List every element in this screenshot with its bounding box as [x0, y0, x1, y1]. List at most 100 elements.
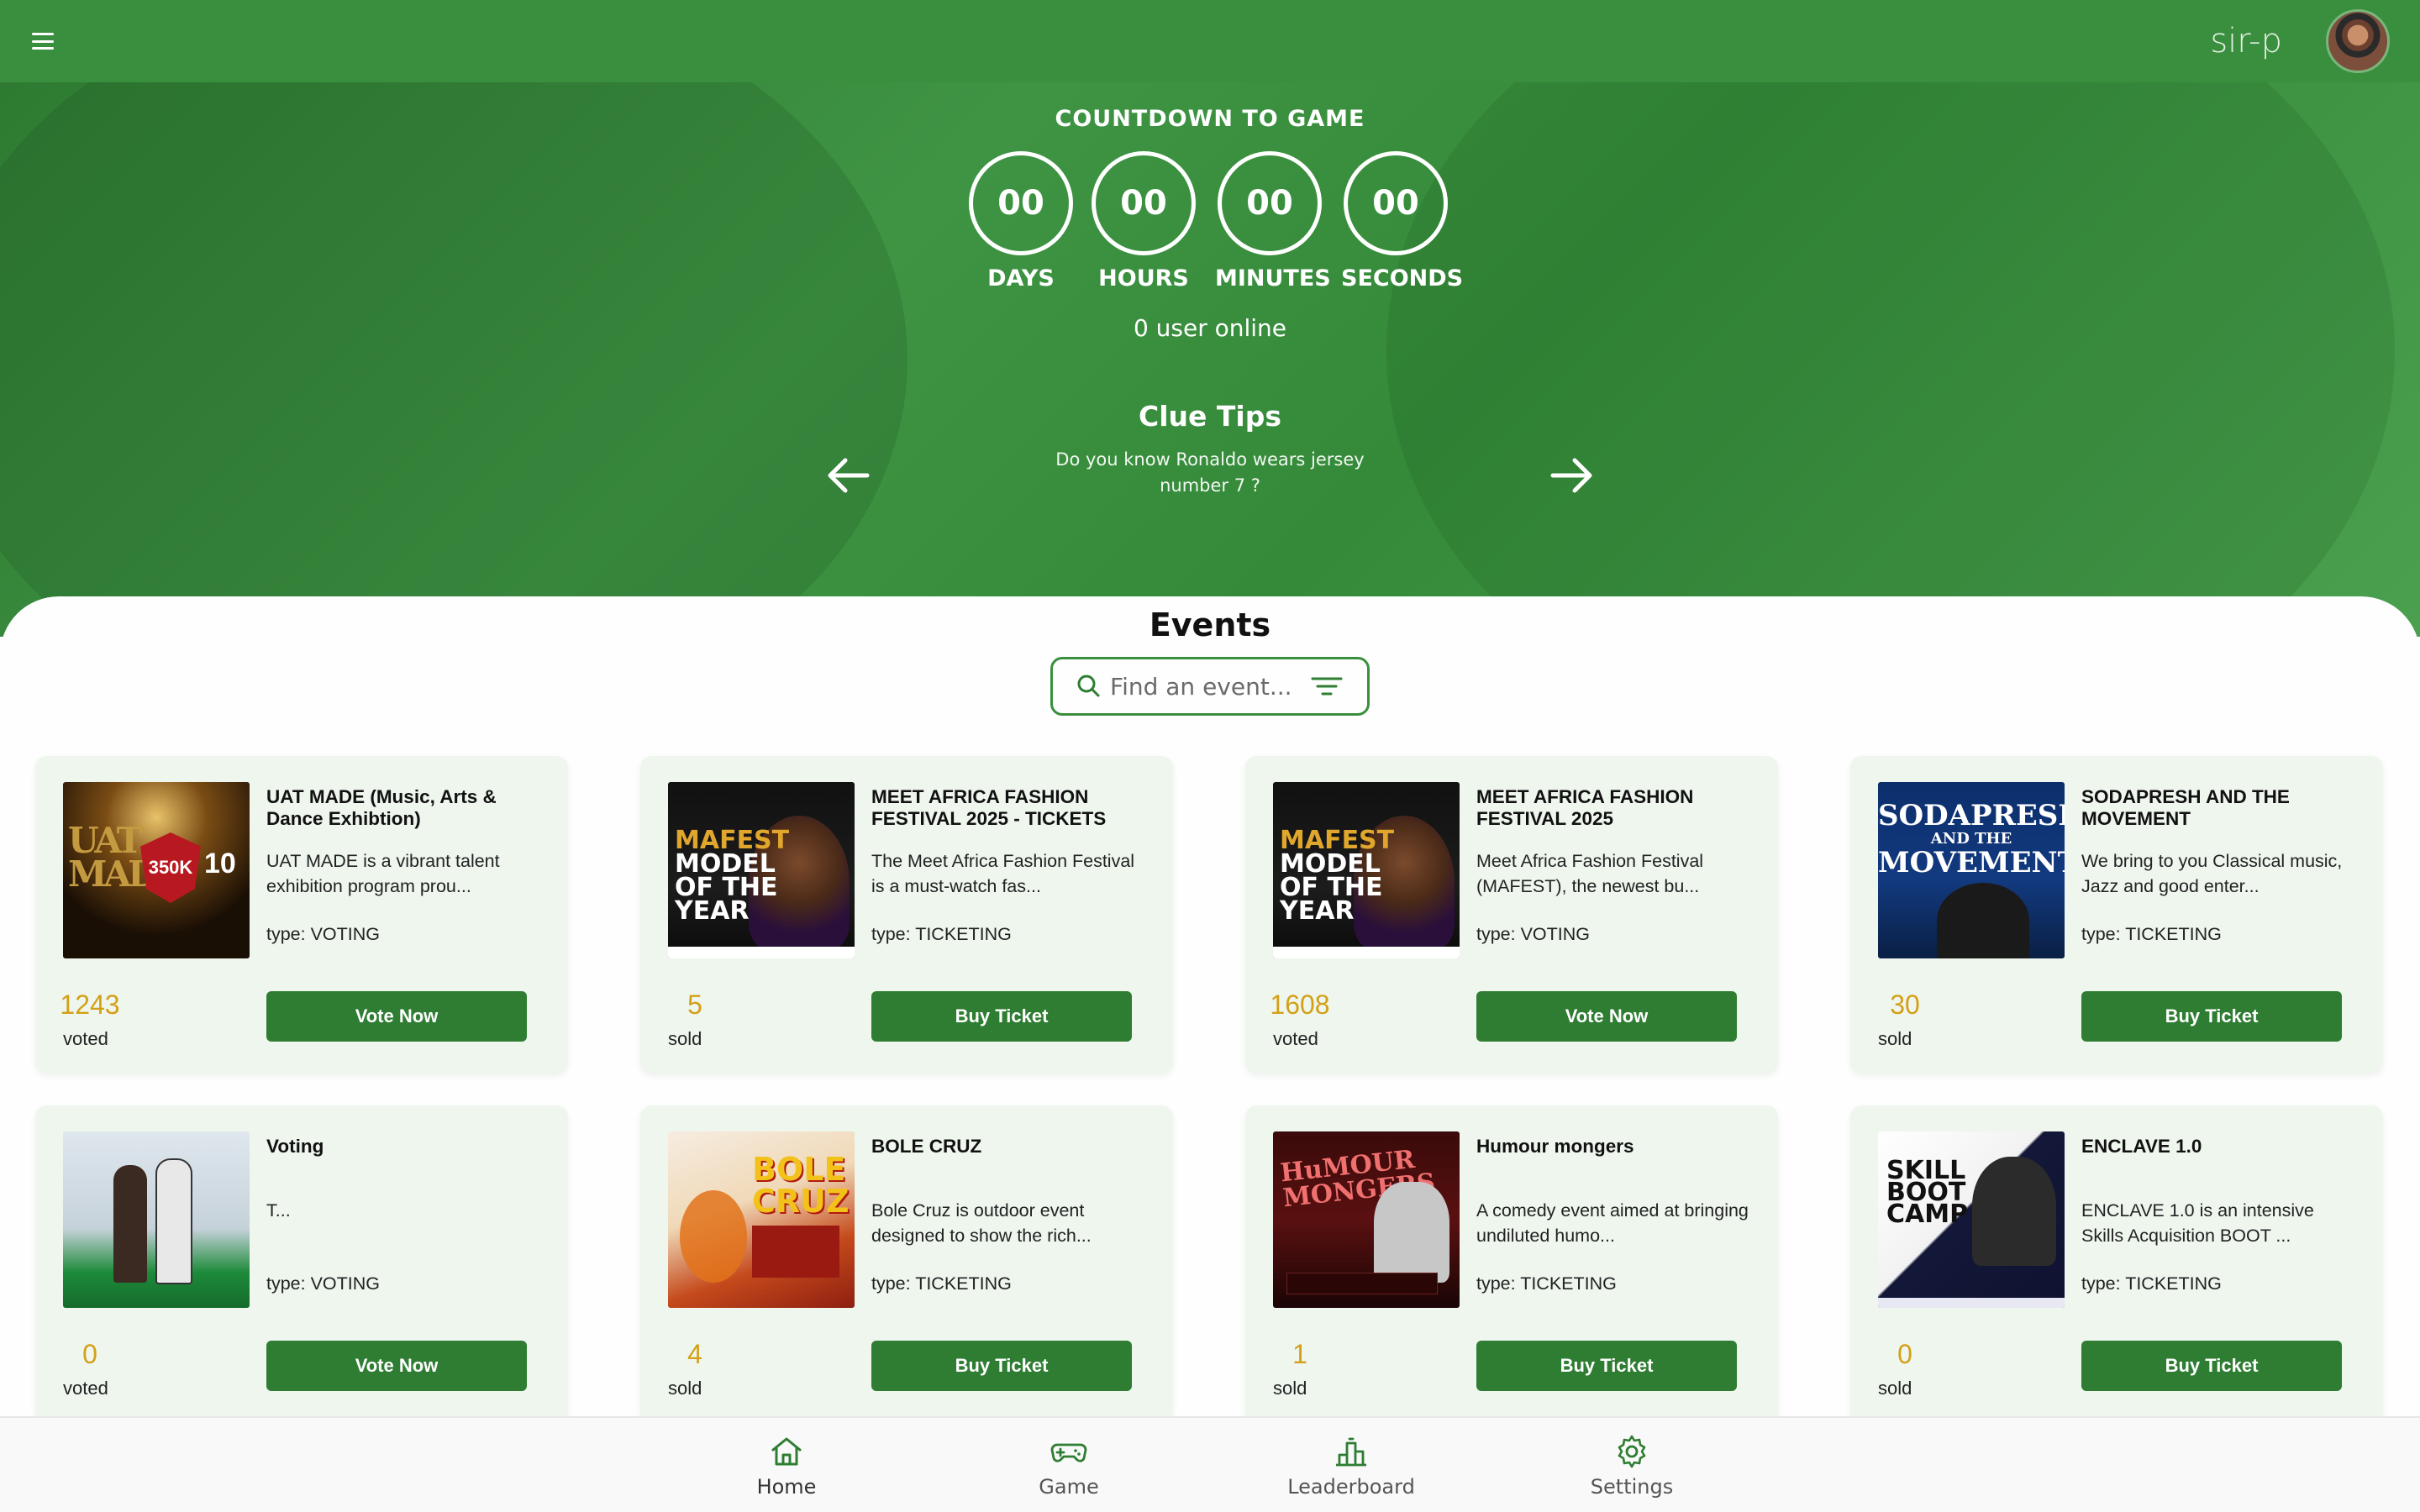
- person-figure: [155, 1158, 192, 1284]
- event-title: SODAPRESH AND THE MOVEMENT: [2081, 786, 2290, 829]
- buy-ticket-button[interactable]: Buy Ticket: [2081, 991, 2342, 1042]
- countdown-minutes-label: MINUTES: [1215, 265, 1331, 291]
- uat-logo-letters: UAT MADE: [68, 820, 182, 895]
- hamburger-menu-icon[interactable]: [32, 33, 54, 50]
- top-bar: sir-p: [0, 0, 2420, 82]
- nav-game[interactable]: Game: [985, 1433, 1153, 1499]
- event-description: The Meet Africa Fashion Festival is a mu…: [871, 851, 1135, 896]
- nav-settings-label: Settings: [1590, 1475, 1674, 1499]
- event-card[interactable]: MAFEST MODEL OF THE YEAR MEET AFRICA FAS…: [1245, 756, 1778, 1074]
- event-count: 0: [82, 1339, 97, 1369]
- event-description: ENCLAVE 1.0 is an intensive Skills Acqui…: [2081, 1200, 2314, 1246]
- username: sir-p: [2210, 22, 2282, 60]
- settings-icon: [1618, 1435, 1646, 1468]
- event-count: 4: [687, 1339, 702, 1369]
- event-description: UAT MADE is a vibrant talent exhibition …: [266, 851, 500, 896]
- countdown-days: 00 DAYS: [966, 151, 1076, 291]
- event-card[interactable]: Voting T... type: VOTING 0 voted Vote No…: [35, 1105, 568, 1423]
- countdown-units: 00 DAYS 00 HOURS 00 MINUTES 00 SECONDS: [966, 151, 1464, 302]
- event-card[interactable]: MAFEST MODEL OF THE YEAR MEET AFRICA FAS…: [640, 756, 1173, 1074]
- countdown-hours: 00 HOURS: [1089, 151, 1198, 291]
- comedian-figure: [1374, 1182, 1449, 1283]
- mafest-title-lines: MAFEST MODEL OF THE YEAR: [1280, 826, 1395, 926]
- event-image-uat-made: UAT MADE 350K 10: [63, 782, 250, 958]
- event-title: UAT MADE (Music, Arts & Dance Exhibtion): [266, 786, 497, 829]
- event-count: 1243: [60, 990, 120, 1020]
- countdown-hours-value: 00: [1092, 151, 1196, 255]
- event-count-label: voted: [1273, 1028, 1318, 1049]
- buy-ticket-button[interactable]: Buy Ticket: [871, 991, 1132, 1042]
- event-description: A comedy event aimed at bringing undilut…: [1476, 1200, 1749, 1246]
- sodapresh-title-lines: SODAPRESH AND THE MOVEMENT: [1878, 799, 2065, 879]
- event-count: 1608: [1270, 990, 1330, 1020]
- home-icon: [771, 1437, 802, 1466]
- event-type: type: TICKETING: [2081, 1273, 2222, 1294]
- event-description: Meet Africa Fashion Festival (MAFEST), t…: [1476, 851, 1704, 896]
- event-count-label: voted: [63, 1378, 108, 1399]
- buy-ticket-button[interactable]: Buy Ticket: [2081, 1341, 2342, 1391]
- nav-leaderboard[interactable]: Leaderboard: [1267, 1433, 1435, 1499]
- event-count-label: sold: [668, 1378, 702, 1399]
- event-count-label: sold: [668, 1028, 702, 1049]
- event-title: MEET AFRICA FASHION FESTIVAL 2025 - TICK…: [871, 786, 1107, 829]
- event-type: type: TICKETING: [871, 924, 1012, 944]
- search-icon: [1077, 675, 1100, 697]
- buy-ticket-button[interactable]: Buy Ticket: [1476, 1341, 1737, 1391]
- clue-tips-text: Do you know Ronaldo wears jersey number …: [1055, 449, 1365, 496]
- event-card[interactable]: SKILL BOOT CAMP ENCLAVE 1.0 ENCLAVE 1.0 …: [1850, 1105, 2383, 1423]
- sponsor-strip: [1273, 947, 1460, 958]
- enclave-title-lines: SKILL BOOT CAMP: [1886, 1156, 1969, 1229]
- event-count: 1: [1292, 1339, 1307, 1369]
- event-card[interactable]: UAT MADE 350K 10 UAT MADE (Music, Arts &…: [35, 756, 568, 1074]
- nav-leaderboard-label: Leaderboard: [1287, 1475, 1415, 1499]
- event-count-label: sold: [1878, 1378, 1912, 1399]
- bottom-navigation: Home Game Leaderboard Settings: [0, 1416, 2420, 1512]
- vote-now-button[interactable]: Vote Now: [1476, 991, 1737, 1042]
- event-title: MEET AFRICA FASHION FESTIVAL 2025: [1476, 786, 1694, 829]
- filter-icon[interactable]: [1310, 674, 1344, 699]
- event-card[interactable]: HuMOUR MONGERS Humour mongers A comedy e…: [1245, 1105, 1778, 1423]
- events-section: Events UAT MADE 350K 10 UAT MADE (Music,…: [0, 596, 2420, 1512]
- event-title: Humour mongers: [1476, 1136, 1634, 1157]
- next-tip-arrow-icon[interactable]: [1546, 452, 1597, 499]
- event-title: BOLE CRUZ: [871, 1136, 982, 1157]
- avatar[interactable]: [2326, 9, 2390, 73]
- countdown-title: COUNTDOWN TO GAME: [1055, 106, 1365, 132]
- user-area: sir-p: [2210, 9, 2390, 73]
- countdown-seconds-value: 00: [1344, 151, 1448, 255]
- event-type: type: TICKETING: [1476, 1273, 1617, 1294]
- countdown-hours-label: HOURS: [1098, 265, 1189, 291]
- buy-ticket-button[interactable]: Buy Ticket: [871, 1341, 1132, 1391]
- event-image-bole-cruz: BOLE CRUZ: [668, 1131, 855, 1308]
- countdown-days-label: DAYS: [987, 265, 1055, 291]
- event-search-input[interactable]: [1110, 672, 1302, 701]
- event-card[interactable]: BOLE CRUZ BOLE CRUZ Bole Cruz is outdoor…: [640, 1105, 1173, 1423]
- event-count: 5: [687, 990, 702, 1020]
- event-image-humour-mongers: HuMOUR MONGERS: [1273, 1131, 1460, 1308]
- clue-tips-title: Clue Tips: [1139, 400, 1281, 433]
- event-type: type: VOTING: [1476, 924, 1591, 944]
- previous-tip-arrow-icon[interactable]: [823, 452, 874, 499]
- food-illustration: [680, 1190, 747, 1283]
- event-image-sodapresh: SODAPRESH AND THE MOVEMENT: [1878, 782, 2065, 958]
- background-ball-decoration: [1386, 82, 2395, 637]
- vote-now-button[interactable]: Vote Now: [266, 1341, 527, 1391]
- event-count-label: sold: [1878, 1028, 1912, 1049]
- event-image-enclave: SKILL BOOT CAMP: [1878, 1131, 2065, 1308]
- events-title: Events: [1149, 606, 1271, 643]
- person-figure: [113, 1165, 147, 1283]
- event-type: type: VOTING: [266, 924, 381, 944]
- mafest-title-lines: MAFEST MODEL OF THE YEAR: [675, 826, 790, 926]
- event-description: Bole Cruz is outdoor event designed to s…: [871, 1200, 1092, 1246]
- vote-now-button[interactable]: Vote Now: [266, 991, 527, 1042]
- bole-cruz-title-lines: BOLE CRUZ: [752, 1151, 850, 1220]
- nav-home[interactable]: Home: [702, 1433, 871, 1499]
- speaker-figure: [1972, 1157, 2056, 1266]
- event-card[interactable]: SODAPRESH AND THE MOVEMENT SODAPRESH AND…: [1850, 756, 2383, 1074]
- countdown-seconds: 00 SECONDS: [1341, 151, 1464, 291]
- gamepad-icon: [1050, 1443, 1087, 1462]
- countdown-seconds-label: SECONDS: [1341, 265, 1464, 291]
- countdown-minutes: 00 MINUTES: [1215, 151, 1331, 291]
- nav-settings[interactable]: Settings: [1548, 1433, 1716, 1499]
- event-count-label: sold: [1273, 1378, 1307, 1399]
